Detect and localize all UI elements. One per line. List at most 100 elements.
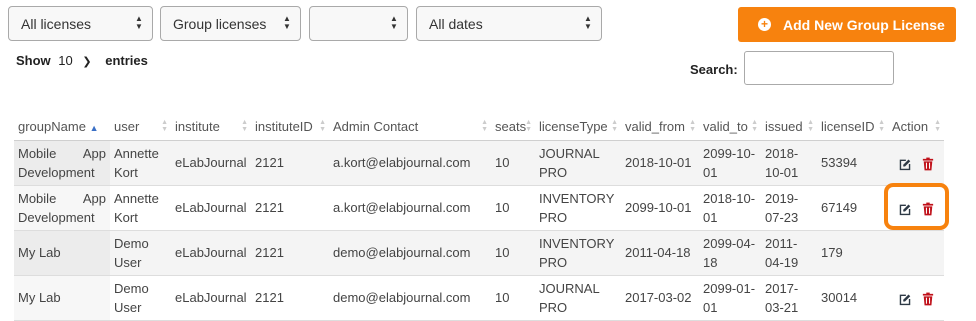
cell-issued: 2017-03-21	[761, 275, 817, 321]
cell-licenseid: 30014	[817, 275, 888, 321]
group-filter-value: Group licenses	[173, 16, 267, 32]
cell-issued: 2018-10-01	[761, 140, 817, 186]
select-arrows-icon: ▲ ▼	[390, 14, 398, 31]
column-header-institute[interactable]: institute ▲ ▼	[171, 113, 251, 141]
plus-circle-icon: +	[758, 18, 771, 31]
cell-issued: 2011-04-19	[761, 230, 817, 276]
cell-institute: eLabJournal	[171, 275, 251, 321]
cell-seats: 10	[491, 185, 535, 231]
cell-valid-from: 2099-10-01	[621, 185, 699, 231]
entries-label: entries	[105, 53, 148, 68]
cell-licensetype: JOURNAL PRO	[535, 140, 621, 186]
sort-icon: ▲ ▼	[161, 119, 168, 133]
trash-icon[interactable]	[922, 292, 934, 306]
column-header-seats[interactable]: seats ▲ ▼	[491, 113, 535, 141]
cell-valid-to: 2099-10-01	[699, 140, 761, 186]
cell-user: Demo User	[110, 275, 171, 321]
cell-groupname: My Lab	[14, 275, 110, 321]
cell-licensetype: INVENTORY PRO	[535, 230, 621, 276]
column-header-user[interactable]: user ▲ ▼	[110, 113, 171, 141]
search-label: Search:	[690, 62, 738, 77]
table-header-row: groupName ▲ user ▲ ▼ institute ▲ ▼ institute…	[14, 113, 944, 141]
cell-groupname: Mobile App Development	[14, 185, 110, 231]
cell-user: Annette Kort	[110, 185, 171, 231]
column-header-valid-from[interactable]: valid_from ▲ ▼	[621, 113, 699, 141]
column-header-licensetype[interactable]: licenseType ▲ ▼	[535, 113, 621, 141]
column-header-issued[interactable]: issued ▲ ▼	[761, 113, 817, 141]
search-input[interactable]	[744, 51, 894, 85]
cell-admin-contact: a.kort@elabjournal.com	[329, 140, 491, 186]
license-filter-value: All licenses	[21, 16, 92, 32]
cell-instituteid: 2121	[251, 185, 329, 231]
sort-icon: ▲ ▼	[481, 119, 488, 133]
cell-valid-to: 2099-01-01	[699, 275, 761, 321]
column-header-instituteid[interactable]: instituteID ▲ ▼	[251, 113, 329, 141]
edit-icon[interactable]	[898, 292, 912, 306]
cell-valid-from: 2011-04-18	[621, 230, 699, 276]
cell-valid-from: 2018-10-01	[621, 140, 699, 186]
sort-icon: ▲ ▼	[525, 119, 532, 133]
column-header-action: Action ▲ ▼	[888, 113, 944, 141]
cell-valid-to: 2099-04-18	[699, 230, 761, 276]
cell-action	[888, 275, 944, 321]
chevron-down-icon[interactable]: ❯	[82, 56, 91, 68]
sort-icon: ▲ ▼	[807, 119, 814, 133]
group-filter-select[interactable]: Group licenses ▲ ▼	[160, 6, 301, 41]
column-header-valid-to[interactable]: valid_to ▲ ▼	[699, 113, 761, 141]
licenses-table: groupName ▲ user ▲ ▼ institute ▲ ▼ institute…	[14, 113, 944, 321]
edit-icon[interactable]	[898, 157, 912, 171]
trash-icon[interactable]	[922, 157, 934, 171]
sort-icon: ▲ ▼	[689, 119, 696, 133]
cell-instituteid: 2121	[251, 275, 329, 321]
action-highlight-outline	[884, 183, 949, 230]
table-row: My Lab Demo User eLabJournal 2121 demo@e…	[14, 275, 944, 321]
cell-issued: 2019-07-23	[761, 185, 817, 231]
entries-length-control: Show 10 ❯ entries	[16, 53, 148, 68]
cell-admin-contact: demo@elabjournal.com	[329, 275, 491, 321]
cell-action	[888, 140, 944, 186]
column-header-groupname[interactable]: groupName ▲	[14, 113, 110, 141]
column-header-licenseid[interactable]: licenseID ▲ ▼	[817, 113, 888, 141]
select-arrows-icon: ▲ ▼	[584, 14, 592, 31]
table-row: Mobile App Development Annette Kort eLab…	[14, 140, 944, 186]
sort-icon: ▲ ▼	[611, 119, 618, 133]
license-filter-select[interactable]: All licenses ▲ ▼	[8, 6, 153, 41]
cell-groupname: My Lab	[14, 230, 110, 276]
add-button-label: Add New Group License	[783, 17, 945, 33]
cell-valid-from: 2017-03-02	[621, 275, 699, 321]
cell-seats: 10	[491, 140, 535, 186]
cell-user: Demo User	[110, 230, 171, 276]
cell-licenseid: 179	[817, 230, 888, 276]
date-filter-value: All dates	[429, 16, 483, 32]
select-arrows-icon: ▲ ▼	[135, 14, 143, 31]
show-label: Show	[16, 53, 51, 68]
table-row: Mobile App Development Annette Kort eLab…	[14, 185, 944, 231]
sort-icon: ▲ ▼	[878, 119, 885, 133]
cell-licenseid: 53394	[817, 140, 888, 186]
column-header-admin-contact[interactable]: Admin Contact ▲ ▼	[329, 113, 491, 141]
cell-licensetype: JOURNAL PRO	[535, 275, 621, 321]
cell-action	[888, 230, 944, 276]
cell-groupname: Mobile App Development	[14, 140, 110, 186]
cell-instituteid: 2121	[251, 230, 329, 276]
cell-valid-to: 2018-10-01	[699, 185, 761, 231]
cell-user: Annette Kort	[110, 140, 171, 186]
add-new-group-license-button[interactable]: + Add New Group License	[738, 7, 956, 42]
cell-seats: 10	[491, 230, 535, 276]
cell-institute: eLabJournal	[171, 230, 251, 276]
sort-icon: ▲ ▼	[934, 119, 941, 133]
date-filter-select[interactable]: All dates ▲ ▼	[416, 6, 602, 41]
cell-licensetype: INVENTORY PRO	[535, 185, 621, 231]
sort-ascending-icon: ▲	[89, 122, 99, 133]
cell-admin-contact: demo@elabjournal.com	[329, 230, 491, 276]
cell-institute: eLabJournal	[171, 185, 251, 231]
cell-licenseid: 67149	[817, 185, 888, 231]
entries-length-select[interactable]: 10	[58, 53, 72, 68]
type-filter-select[interactable]: ▲ ▼	[309, 6, 408, 41]
sort-icon: ▲ ▼	[241, 119, 248, 133]
cell-instituteid: 2121	[251, 140, 329, 186]
table-row: My Lab Demo User eLabJournal 2121 demo@e…	[14, 230, 944, 276]
cell-institute: eLabJournal	[171, 140, 251, 186]
sort-icon: ▲ ▼	[751, 119, 758, 133]
sort-icon: ▲ ▼	[319, 119, 326, 133]
